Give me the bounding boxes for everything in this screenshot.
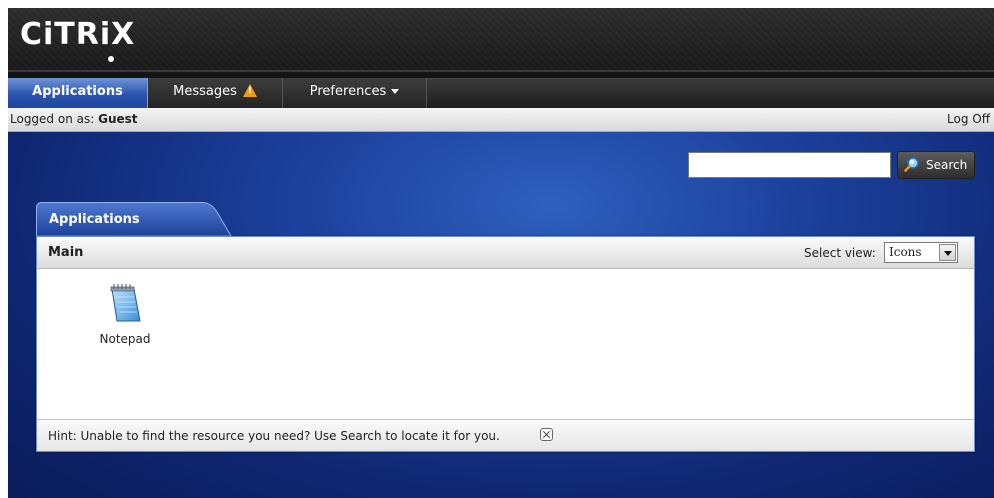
warning-icon <box>242 84 257 97</box>
tab-applications-label: Applications <box>32 84 123 99</box>
logged-on-label: Logged on as: <box>10 112 99 126</box>
close-icon[interactable] <box>540 428 553 441</box>
tab-messages-label: Messages <box>173 84 237 99</box>
view-select[interactable]: Icons <box>884 242 958 263</box>
tab-applications[interactable]: Applications <box>8 78 148 108</box>
app-label: Notepad <box>99 332 151 346</box>
user-bar: Logged on as: Guest Log Off <box>8 108 994 132</box>
tab-messages[interactable]: Messages <box>148 78 283 108</box>
hint-text: Hint: Unable to find the resource you ne… <box>48 429 500 443</box>
hint-bar: Hint: Unable to find the resource you ne… <box>37 419 974 451</box>
search-input[interactable] <box>688 152 891 178</box>
tab-preferences[interactable]: Preferences <box>283 78 427 108</box>
search-icon <box>904 157 919 172</box>
logged-on-as: Logged on as: Guest <box>10 108 138 131</box>
search-button[interactable]: Search <box>897 151 975 179</box>
username: Guest <box>98 112 138 126</box>
tab-preferences-label: Preferences <box>309 84 387 99</box>
applications-panel: Main Select view: Icons Notepad Hint: Un… <box>36 236 975 452</box>
panel-tab-applications[interactable]: Applications <box>49 212 140 227</box>
panel-title: Main <box>48 245 84 260</box>
citrix-web-interface: CiTRiX Applications Messages Preferences… <box>8 8 994 498</box>
panel-header: Main Select view: Icons <box>37 237 974 269</box>
content-area: Search Applications Main Select view: Ic… <box>8 132 994 498</box>
select-view-label: Select view: <box>804 246 876 260</box>
notepad-icon <box>110 284 141 322</box>
chevron-down-icon <box>391 89 400 94</box>
main-nav: Applications Messages Preferences <box>8 70 994 108</box>
citrix-logo-dot <box>108 56 114 62</box>
app-notepad[interactable]: Notepad <box>85 283 165 355</box>
search-button-label: Search <box>926 158 968 172</box>
nav-filler <box>427 78 994 108</box>
dropdown-arrow-icon[interactable] <box>939 244 956 261</box>
header: CiTRiX <box>8 8 994 70</box>
view-select-value: Icons <box>889 245 922 259</box>
citrix-logo: CiTRiX <box>20 17 136 52</box>
logoff-link[interactable]: Log Off <box>947 108 990 131</box>
